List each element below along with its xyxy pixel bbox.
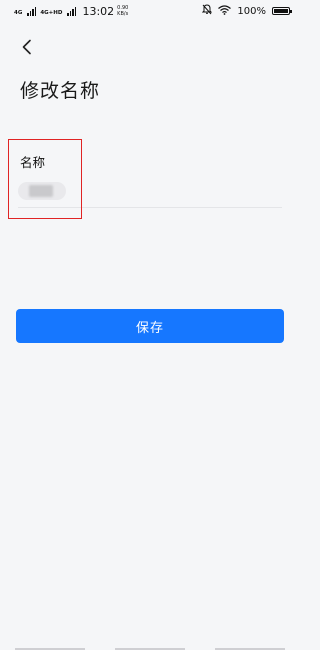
network-type-1: 4G xyxy=(14,9,23,16)
wifi-icon xyxy=(218,4,232,18)
network-speed: 0.90 KB/s xyxy=(117,5,128,17)
mute-icon xyxy=(202,4,213,18)
screen: 4G 4G+HD 13:02 0.90 KB/s 100% 修改名称 名称 保存 xyxy=(0,0,300,650)
battery-fill xyxy=(274,9,288,13)
signal-icon xyxy=(27,6,37,16)
chevron-left-icon xyxy=(22,39,31,55)
field-divider xyxy=(18,207,282,208)
speed-unit: KB/s xyxy=(117,11,129,17)
signal-icon xyxy=(67,6,77,16)
back-button[interactable] xyxy=(16,36,38,58)
network-type-2: 4G+HD xyxy=(40,9,63,16)
save-button[interactable]: 保存 xyxy=(16,309,284,343)
battery-percent: 100% xyxy=(237,5,266,17)
page-title: 修改名称 xyxy=(20,80,101,102)
name-input[interactable] xyxy=(18,182,66,200)
clock: 13:02 xyxy=(82,4,115,18)
name-field-label: 名称 xyxy=(20,155,46,170)
signal-2: 4G+HD xyxy=(40,6,77,16)
nav-bar xyxy=(0,646,300,650)
status-bar: 4G 4G+HD 13:02 0.90 KB/s 100% xyxy=(0,0,300,22)
battery-icon xyxy=(272,7,292,15)
signal-1: 4G xyxy=(14,6,37,16)
status-right: 100% xyxy=(202,4,292,18)
